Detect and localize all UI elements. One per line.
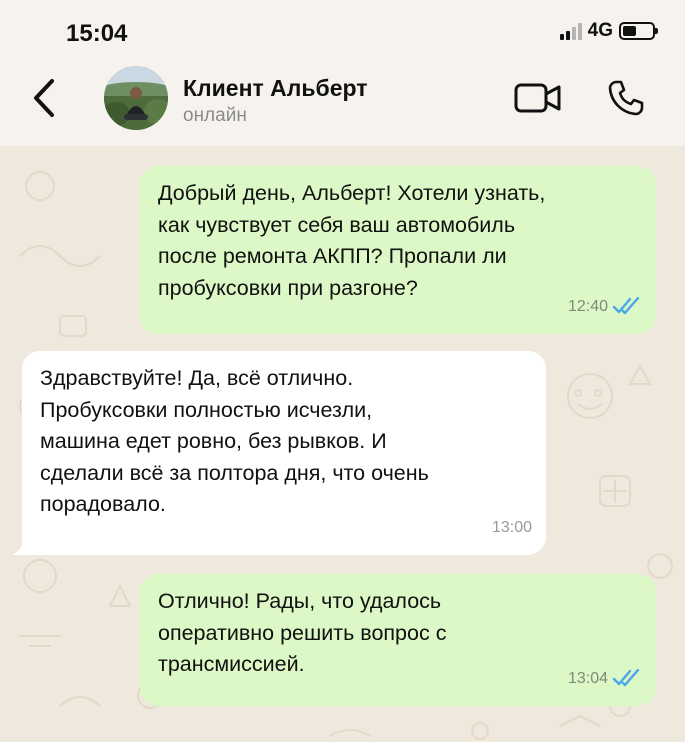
message-bubble-incoming[interactable]: Здравствуйте! Да, всё отлично. Пробуксов…	[12, 351, 546, 555]
message-text: Добрый день, Альберт! Хотели узнать, как…	[158, 181, 546, 300]
avatar[interactable]	[104, 66, 168, 130]
message-text: Здравствуйте! Да, всё отлично. Пробуксов…	[40, 366, 429, 516]
back-button[interactable]	[22, 76, 66, 120]
message-meta: 12:40	[568, 291, 642, 323]
network-type: 4G	[587, 20, 613, 41]
contact-name[interactable]: Клиент Альберт	[183, 75, 368, 102]
message-meta: 13:04	[568, 663, 642, 695]
voice-call-button[interactable]	[604, 76, 648, 120]
battery-icon	[619, 22, 658, 40]
message-bubble-outgoing[interactable]: Добрый день, Альберт! Хотели узнать, как…	[140, 166, 656, 334]
chat-area[interactable]: Добрый день, Альберт! Хотели узнать, как…	[0, 146, 685, 742]
double-check-icon	[612, 297, 640, 315]
battery-level	[623, 26, 636, 36]
message-time: 12:40	[567, 297, 608, 315]
status-indicators: 4G	[559, 20, 658, 42]
status-bar: 15:04 4G	[0, 0, 685, 62]
double-check-icon	[612, 669, 640, 687]
chevron-left-icon	[34, 79, 54, 117]
status-time: 15:04	[66, 20, 128, 47]
signal-icon	[559, 22, 582, 40]
phone-icon	[608, 80, 644, 116]
message-meta: 13:00	[492, 512, 532, 544]
message-bubble-outgoing[interactable]: Отлично! Рады, что удалось оперативно ре…	[140, 574, 656, 706]
video-call-button[interactable]	[512, 78, 564, 118]
message-time: 13:00	[491, 518, 532, 536]
video-camera-icon	[514, 83, 561, 113]
message-time: 13:04	[567, 669, 608, 687]
chat-header: Клиент Альберт онлайн	[0, 62, 685, 146]
bubble-tail	[12, 535, 34, 555]
avatar-image	[104, 66, 168, 130]
contact-status: онлайн	[183, 105, 247, 126]
